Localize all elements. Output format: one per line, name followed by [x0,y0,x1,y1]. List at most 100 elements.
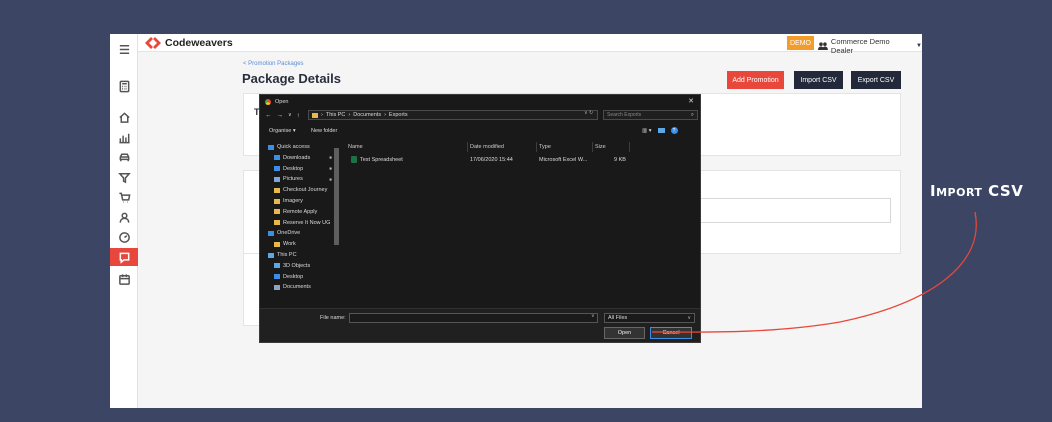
column-date-modified[interactable]: Date modified [470,144,504,150]
folder-icon [312,112,318,118]
chevron-down-icon: ∨ [687,315,691,321]
path-segment[interactable]: Exports [389,112,408,118]
pin-icon: ✱ [329,166,333,172]
help-icon[interactable]: ? [670,127,678,134]
back-icon[interactable]: ← [265,112,272,119]
nav-item[interactable]: Pictures ✱ [274,174,332,184]
forward-icon[interactable]: → [277,112,284,119]
refresh-icon[interactable]: ∨ ↻ [584,110,593,116]
file-size: 9 KB [614,157,626,163]
chart-icon[interactable] [114,128,134,146]
gauge-icon[interactable] [114,228,134,246]
file-date: 17/06/2020 15:44 [470,157,513,163]
nav-item[interactable]: Checkout Journey [274,185,327,195]
file-open-dialog: Open ✕ ← → ∨ ↑ › This PC › Documents › E… [259,94,701,343]
users-icon [818,42,828,50]
calendar-icon[interactable] [114,270,134,288]
nav-item-label: Documents [283,284,311,291]
column-divider[interactable] [592,142,593,152]
nav-item[interactable]: Downloads ✱ [274,153,332,163]
computer-icon [268,252,274,258]
column-divider[interactable] [467,142,468,152]
nav-item-label: 3D Objects [283,262,311,269]
cloud-icon [268,230,274,236]
promotion-icon[interactable] [110,248,138,266]
cancel-button[interactable]: Cancel [650,327,692,339]
file-name-label: File name: [320,315,346,321]
view-controls: ▥ ▾ ? [642,127,678,134]
nav-item[interactable]: Desktop ✱ [274,164,332,174]
export-csv-button[interactable]: Export CSV [851,71,901,89]
nav-item[interactable]: OneDrive [268,228,300,238]
file-name: Test Spreadsheet [360,157,403,163]
star-icon [268,144,274,150]
nav-item-label: Downloads [283,154,311,161]
desktop-icon [274,166,280,172]
pin-icon: ✱ [329,155,333,161]
column-divider[interactable] [536,142,537,152]
add-promotion-button[interactable]: Add Promotion [727,71,784,89]
import-csv-callout: Import CSV [930,182,1024,200]
view-options-icon[interactable]: ▥ ▾ [642,128,652,134]
folder-icon [274,220,280,226]
dialog-title-bar[interactable]: Open ✕ [260,95,700,108]
nav-item-label: Desktop [283,165,304,172]
organise-menu[interactable]: Organise ▾ [269,128,296,134]
nav-item[interactable]: 3D Objects [274,261,310,271]
nav-item[interactable]: This PC [268,250,297,260]
filter-icon[interactable] [114,168,134,186]
column-type[interactable]: Type [539,144,551,150]
nav-item[interactable]: Desktop [274,272,303,282]
file-type-value: All Files [608,315,628,321]
nav-item[interactable]: Imagery [274,196,303,206]
nav-scrollbar-thumb[interactable] [334,148,339,245]
up-icon[interactable]: ↑ [297,112,300,119]
excel-file-icon [351,156,357,163]
nav-item[interactable]: Quick access [268,142,310,152]
import-csv-button[interactable]: Import CSV [794,71,843,89]
nav-item-label: Imagery [283,198,303,204]
breadcrumb[interactable]: < Promotion Packages [243,61,304,67]
page-title: Package Details [242,71,342,86]
car-icon[interactable] [114,148,134,166]
open-button[interactable]: Open [604,327,645,339]
column-size[interactable]: Size [595,144,606,150]
nav-item[interactable]: Work [274,239,296,249]
nav-item[interactable]: Remote Apply [274,207,317,217]
path-segment[interactable]: Documents [353,112,381,118]
folder-icon [274,187,280,193]
hamburger-menu-icon[interactable] [114,40,134,58]
nav-item-label: Remote Apply [283,208,318,215]
navigation-pane: Quick access Downloads ✱ Desktop ✱ Pictures ✱ C… [260,140,340,308]
path-segment[interactable]: This PC [326,112,346,118]
column-divider[interactable] [629,142,630,152]
file-name-input[interactable] [349,313,598,323]
dialog-toolbar: Organise ▾ New folder ▥ ▾ ? [260,125,700,137]
column-name[interactable]: Name [348,144,363,150]
cart-icon[interactable] [114,188,134,206]
home-icon[interactable] [114,108,134,126]
file-type-select[interactable]: All Files ∨ [604,313,695,323]
cube-icon [274,263,280,269]
download-icon [274,155,280,161]
nav-item-label: Quick access [277,144,310,150]
preview-pane-icon[interactable] [657,128,665,133]
address-bar[interactable]: › This PC › Documents › Exports [308,110,598,120]
nav-item[interactable]: Reserve It Now UG [274,218,330,228]
nav-item[interactable]: Documents [274,282,311,292]
new-folder-button[interactable]: New folder [311,128,337,134]
calculator-icon[interactable] [114,77,134,95]
chevron-down-icon[interactable]: ∨ [591,313,595,319]
nav-item-label: Checkout Journey [283,187,328,194]
user-name: Commerce Demo Dealer [830,37,890,55]
file-row[interactable]: Test Spreadsheet 17/06/2020 15:44 Micros… [342,155,697,165]
user-menu[interactable]: Commerce Demo Dealer ▼ [818,37,922,55]
chevron-down-icon: ▼ [916,43,922,49]
recent-chevron-icon[interactable]: ∨ [288,112,292,118]
logo[interactable]: Codeweavers [145,37,233,49]
close-icon[interactable]: ✕ [688,97,694,105]
path-sep-icon: › [348,112,351,118]
search-input[interactable]: Search Exports ⌕ [603,110,698,120]
user-icon[interactable] [114,208,134,226]
pin-icon: ✱ [329,176,333,182]
